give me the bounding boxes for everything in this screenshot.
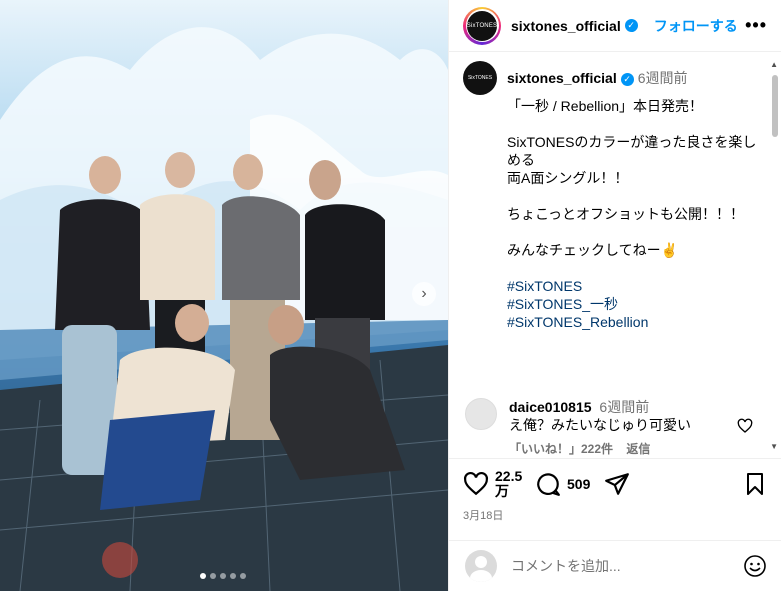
scrollbar-thumb[interactable] <box>772 75 778 137</box>
comment-likes[interactable]: 「いいね！」222件 <box>509 442 613 456</box>
profile-avatar[interactable]: SixTONES <box>463 6 501 45</box>
post-actions: 22.5 万 509 3月18日 <box>449 458 781 523</box>
comment-header: daice010815 6週間前 <box>509 398 755 416</box>
post-photo[interactable]: › <box>0 0 448 591</box>
carousel-dots <box>200 573 246 579</box>
like-count[interactable]: 22.5 万 <box>495 469 525 499</box>
comment-reply-button[interactable]: 返信 <box>626 442 650 456</box>
comment-avatar[interactable] <box>465 398 497 430</box>
comment-username[interactable]: daice010815 <box>509 399 592 415</box>
more-options-icon[interactable]: ••• <box>745 15 767 36</box>
comment-bubble-icon[interactable] <box>535 471 561 497</box>
comment-count[interactable]: 509 <box>567 476 590 492</box>
hashtag-list: #SixTONES #SixTONES_一秒 #SixTONES_Rebelli… <box>507 277 757 331</box>
like-count-unit: 万 <box>495 483 509 499</box>
carousel-dot <box>230 573 236 579</box>
comment-item: daice010815 6週間前 え俺？みたいなじゅり可愛い 「いいね！」222… <box>465 398 755 458</box>
comment-like-heart-icon[interactable] <box>737 418 753 434</box>
header-username[interactable]: sixtones_official <box>511 18 621 34</box>
post-modal: › SixTONES sixtones_official ✓ フォローする ••… <box>0 0 781 591</box>
share-send-icon[interactable] <box>604 471 630 497</box>
caption-time[interactable]: 6週間前 <box>638 70 688 86</box>
caption-header: sixtones_official ✓ 6週間前 <box>507 69 757 87</box>
post-date[interactable]: 3月18日 <box>463 507 767 523</box>
comment-input[interactable]: コメントを追加... <box>511 556 621 576</box>
post-side-panel: SixTONES sixtones_official ✓ フォローする ••• … <box>448 0 781 591</box>
hashtag-link[interactable]: #SixTONES <box>507 277 757 295</box>
scroll-up-arrow-icon[interactable]: ▲ <box>770 60 778 69</box>
caption-avatar[interactable]: SixTONES <box>463 61 497 95</box>
comment-time: 6週間前 <box>599 399 650 415</box>
hashtag-link[interactable]: #SixTONES_一秒 <box>507 295 757 313</box>
caption-username[interactable]: sixtones_official <box>507 70 617 86</box>
avatar-ring-inner: SixTONES <box>465 9 499 42</box>
avatar-logo: SixTONES <box>467 10 497 41</box>
scroll-down-arrow-icon[interactable]: ▼ <box>770 442 778 451</box>
comment-text: え俺？みたいなじゅり可愛い <box>509 417 691 433</box>
caption-text: 「一秒 / Rebellion」本日発売！ SixTONESのカラーが違った良さ… <box>507 98 757 258</box>
verified-badge-icon: ✓ <box>624 19 638 32</box>
photo-illustration <box>0 27 448 591</box>
current-user-avatar <box>465 550 497 582</box>
comments-scroll-area[interactable]: SixTONES sixtones_official ✓ 6週間前 「一秒 / Re… <box>449 57 781 457</box>
verified-badge-icon: ✓ <box>620 72 634 86</box>
carousel-dot <box>220 573 226 579</box>
action-row: 22.5 万 509 <box>463 469 767 499</box>
add-comment-bar: コメントを追加... <box>449 540 781 591</box>
post-header: SixTONES sixtones_official ✓ フォローする ••• <box>449 0 781 52</box>
like-heart-icon[interactable] <box>463 471 489 497</box>
like-count-number: 22.5 <box>495 468 523 484</box>
caption-body: sixtones_official ✓ 6週間前 「一秒 / Rebellion」本… <box>507 61 757 331</box>
caption: SixTONES sixtones_official ✓ 6週間前 「一秒 / Re… <box>449 57 781 331</box>
follow-button[interactable]: フォローする <box>654 16 738 36</box>
carousel-dot <box>210 573 216 579</box>
carousel-dot <box>200 573 206 579</box>
comment-body: daice010815 6週間前 え俺？みたいなじゅり可愛い 「いいね！」222… <box>509 398 755 458</box>
hashtag-link[interactable]: #SixTONES_Rebellion <box>507 313 757 331</box>
comment-meta: 「いいね！」222件 返信 <box>509 440 755 458</box>
bookmark-icon[interactable] <box>743 472 767 496</box>
next-slide-button[interactable]: › <box>412 282 436 306</box>
emoji-icon[interactable] <box>743 554 767 578</box>
carousel-dot <box>240 573 246 579</box>
